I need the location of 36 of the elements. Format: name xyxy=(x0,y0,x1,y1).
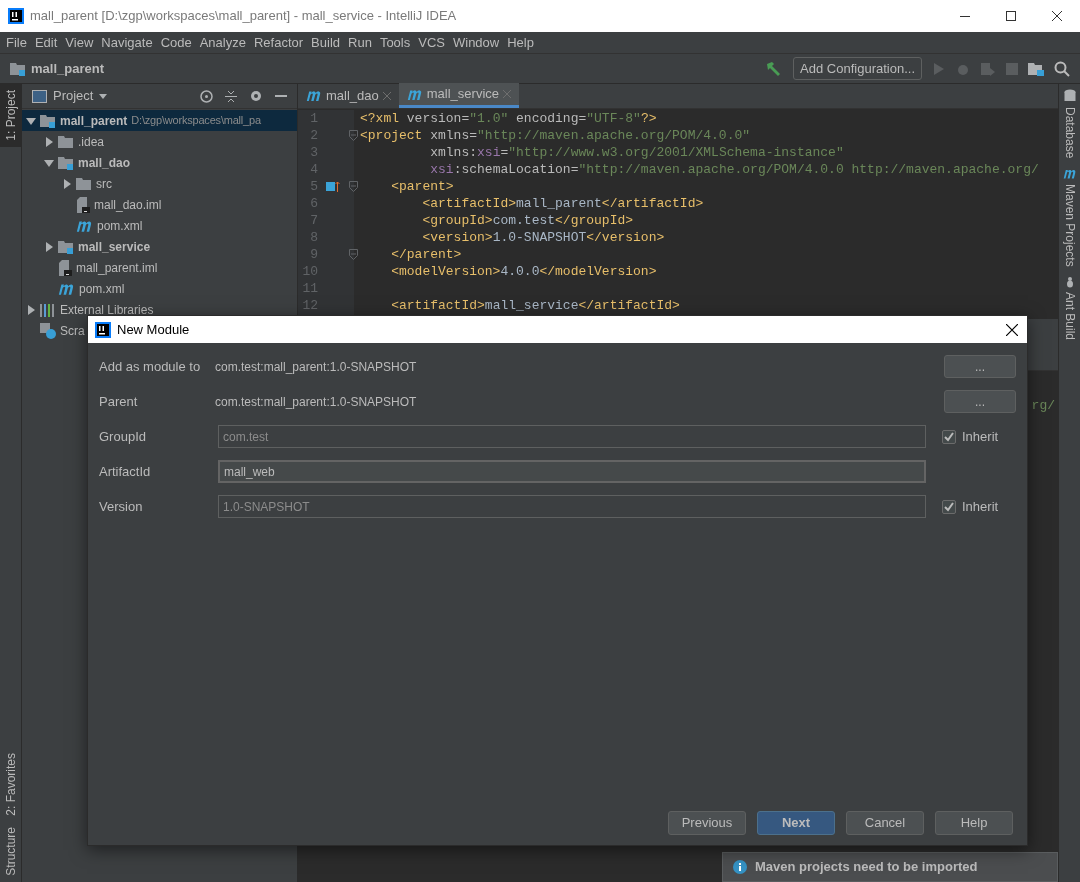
field-value: com.test:mall_parent:1.0-SNAPSHOT xyxy=(215,358,418,376)
code-line: xsi:schemaLocation="http://maven.apache.org/POM/4.0.0 http://maven.apache.org/ xyxy=(429,161,1039,178)
tree-label: src xyxy=(96,175,112,193)
field-label: ArtifactId xyxy=(99,462,152,481)
field-label: Version xyxy=(99,497,144,516)
checkbox-label: Inherit xyxy=(962,427,999,446)
field-label: Add as module to xyxy=(99,357,202,376)
tree-label: mall_dao.iml xyxy=(94,196,162,214)
checkbox-label: Inherit xyxy=(962,497,999,516)
field-value: com.test:mall_parent:1.0-SNAPSHOT xyxy=(215,393,418,411)
code-line: <artifactId>mall_service</artifactId> xyxy=(390,297,680,314)
code-line: <version>1.0-SNAPSHOT</version> xyxy=(421,229,665,246)
tree-label: mall_parent xyxy=(60,112,128,130)
code-line: <artifactId>mall_parent</artifactId> xyxy=(421,195,704,212)
code-line: <modelVersion>4.0.0</modelVersion> xyxy=(390,263,657,280)
code-line: <project xmlns="http://maven.apache.org/POM/4.0.0" xyxy=(360,127,751,144)
tree-label: mall_dao xyxy=(78,154,131,172)
tree-path: D:\zgp\workspaces\mall_pa xyxy=(131,113,261,129)
code-line: xmlns:xsi="http://www.w3.org/2001/XMLSchema-instance" xyxy=(429,144,844,161)
field-label: GroupId xyxy=(99,427,147,446)
code-line: <?xml version="1.0" encoding="UTF-8"?> xyxy=(360,110,657,127)
tree-label: .idea xyxy=(78,133,105,151)
dialog-title: New Module xyxy=(117,320,190,339)
field-label: Parent xyxy=(99,392,139,411)
tree-label: pom.xml xyxy=(97,217,143,235)
code-line: <parent> xyxy=(390,178,454,195)
tree-label: pom.xml xyxy=(79,280,125,298)
code-line: </parent> xyxy=(390,246,462,263)
notification-text: Maven projects need to be imported xyxy=(755,858,978,877)
tree-label: External Libraries xyxy=(60,301,154,319)
window-title: mall_parent [D:\zgp\workspaces\mall_parent] - mall_service - IntelliJ IDEA xyxy=(30,7,457,26)
code-line: <groupId>com.test</groupId> xyxy=(421,212,634,229)
tree-label: mall_service xyxy=(78,238,151,256)
tree-label: Scra xyxy=(60,322,85,340)
tree-label: mall_parent.iml xyxy=(76,259,158,277)
code-fragment: rg/ xyxy=(1031,397,1055,413)
